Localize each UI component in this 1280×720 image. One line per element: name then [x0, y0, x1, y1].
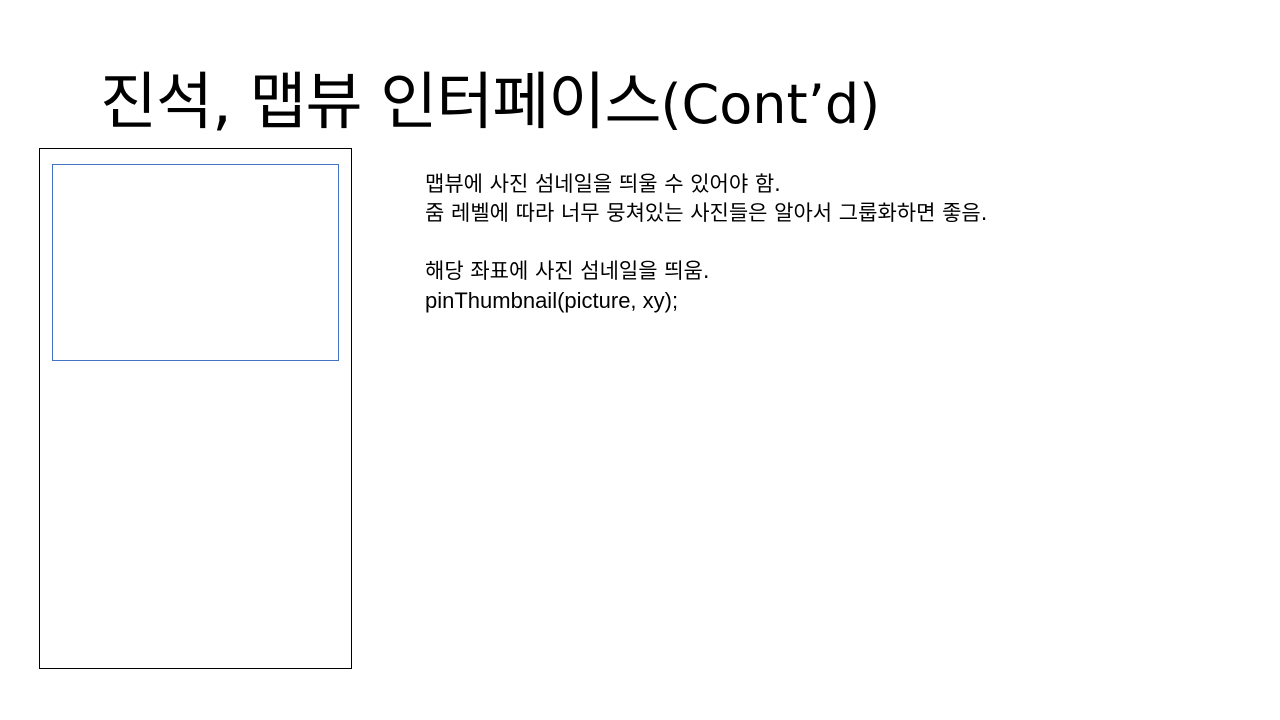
slide-title-main: 진석, 맵뷰 인터페이스: [100, 65, 661, 138]
slide-body: 맵뷰에 사진 섬네일을 띄울 수 있어야 함. 줌 레벨에 따라 너무 뭉쳐있는…: [425, 170, 1265, 315]
body-line-blank: [425, 228, 1265, 257]
map-view-area: [52, 164, 339, 361]
body-line-requirement: 맵뷰에 사진 섬네일을 띄울 수 있어야 함.: [425, 172, 781, 196]
body-line-description: 해당 좌표에 사진 섬네일을 띄움.: [425, 259, 710, 283]
body-line-function-signature: pinThumbnail(picture, xy);: [425, 288, 679, 313]
slide-title-suffix: (Cont’d): [660, 73, 881, 136]
body-line-grouping: 줌 레벨에 따라 너무 뭉쳐있는 사진들은 알아서 그룹화하면 좋음.: [425, 201, 988, 225]
slide-title: 진석, 맵뷰 인터페이스(Cont’d): [100, 62, 880, 145]
